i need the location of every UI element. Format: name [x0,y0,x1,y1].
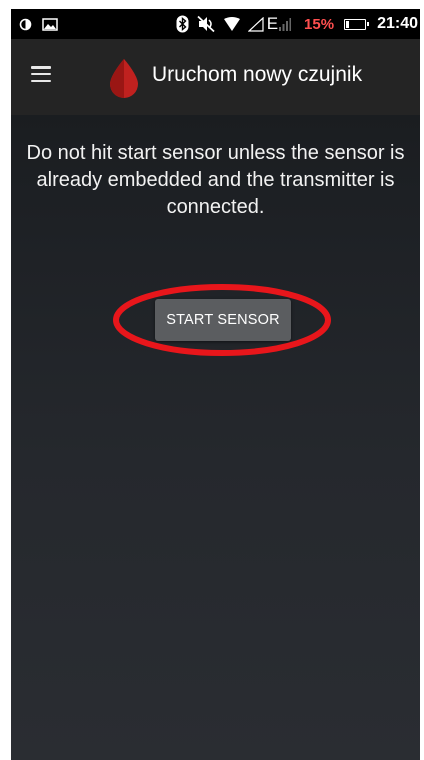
mute-icon [196,15,216,33]
signal-icon [247,16,264,32]
blood-drop-icon [110,59,138,98]
battery-percent: 15% [304,15,335,33]
clock: 21:40 [377,15,418,32]
start-sensor-button[interactable]: START SENSOR [155,299,291,341]
status-bar: E 15% 21:40 [11,9,420,39]
menu-icon[interactable] [31,66,51,82]
app-bar: Uruchom nowy czujnik [11,39,420,115]
image-icon [42,17,58,31]
half-circle-icon [19,18,32,31]
wifi-icon [223,16,241,32]
battery-icon [344,18,370,30]
bluetooth-icon [176,15,189,33]
page-title: Uruchom nowy czujnik [152,63,363,86]
warning-message: Do not hit start sensor unless the senso… [26,142,405,218]
signal-bars-icon [279,17,292,31]
network-type-label: E [266,14,279,33]
app-screen: E 15% 21:40 Uruchom nowy czujnik Do not … [11,9,420,760]
